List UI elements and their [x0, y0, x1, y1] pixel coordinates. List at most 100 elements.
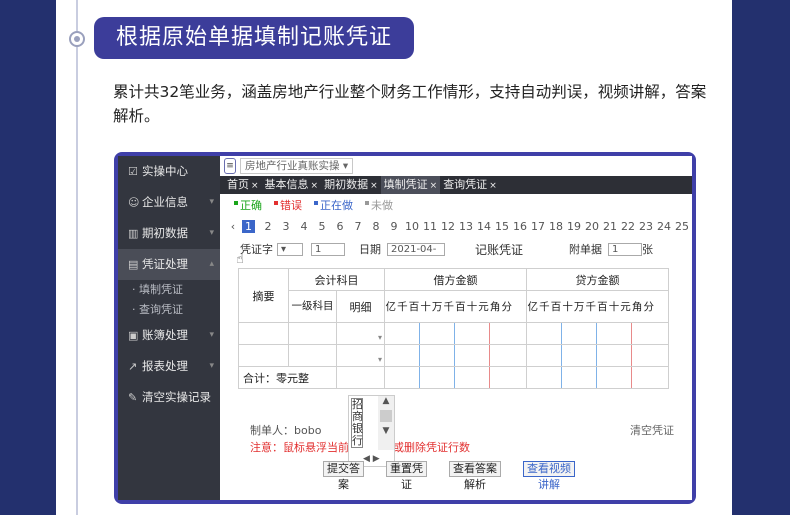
sidebar-toggle-button[interactable]: ≡: [224, 158, 236, 174]
chevron-down-icon: ▾: [377, 355, 382, 364]
sidebar-subitem-fill-voucher[interactable]: · 填制凭证: [118, 280, 220, 300]
close-icon[interactable]: ×: [251, 181, 259, 191]
page-19[interactable]: 19: [565, 220, 583, 233]
chevron-down-icon: ▾: [209, 228, 214, 238]
page-8[interactable]: 8: [367, 220, 385, 233]
sidebar-item-company-info[interactable]: ☺ 企业信息 ▾: [118, 187, 220, 218]
voucher-date-input[interactable]: 2021-04-: [387, 242, 445, 256]
close-icon[interactable]: ×: [489, 181, 497, 191]
pager-prev-icon[interactable]: ‹: [224, 220, 242, 233]
sidebar-item-practice-center[interactable]: ☑ 实操中心: [118, 156, 220, 187]
tab-query-voucher[interactable]: 查询凭证 ×: [440, 176, 500, 194]
sidebar-item-clear-records[interactable]: ✎ 清空实操记录: [118, 382, 220, 413]
digit-place-label: 元: [478, 301, 489, 313]
col-account: 会计科目: [288, 268, 385, 291]
action-buttons: 提交答案 重置凭证 查看答案 解析 查看视频 讲解: [323, 461, 575, 492]
page-17[interactable]: 17: [529, 220, 547, 233]
tab-opening-data[interactable]: 期初数据 ×: [321, 176, 381, 194]
legend-in-progress: 正在做: [314, 197, 353, 213]
page-18[interactable]: 18: [547, 220, 565, 233]
debit-cell[interactable]: [384, 344, 527, 367]
credit-cell[interactable]: [526, 322, 669, 345]
page-21[interactable]: 21: [601, 220, 619, 233]
page-22[interactable]: 22: [619, 220, 637, 233]
checkbox-icon: ☑: [128, 165, 138, 178]
page-3[interactable]: 3: [277, 220, 295, 233]
credit-digit-header: 亿千百十万千百十元角分: [526, 290, 669, 323]
scroll-up-icon[interactable]: ▲: [378, 396, 394, 406]
page-14[interactable]: 14: [475, 220, 493, 233]
page-2[interactable]: 2: [259, 220, 277, 233]
reset-voucher-button[interactable]: 重置凭证: [386, 461, 427, 492]
page-4[interactable]: 4: [295, 220, 313, 233]
page-1[interactable]: 1: [242, 219, 255, 233]
page-9[interactable]: 9: [385, 220, 403, 233]
level1-cell[interactable]: [288, 322, 337, 345]
status-legend: 正确 错误 正在做 未做: [220, 194, 692, 216]
digit-place-label: 万: [431, 301, 443, 313]
sidebar-item-voucher-processing[interactable]: ▤ 凭证处理 ▴: [118, 249, 220, 280]
digit-place-label: 分: [501, 301, 512, 313]
page-6[interactable]: 6: [331, 220, 349, 233]
submit-answer-button[interactable]: 提交答案: [323, 461, 364, 492]
page-24[interactable]: 24: [655, 220, 673, 233]
summary-cell[interactable]: [238, 344, 289, 367]
digit-place-label: 千: [539, 301, 550, 313]
digit-place-label: 千: [397, 301, 408, 313]
page-25[interactable]: 25: [673, 220, 691, 233]
col-debit: 借方金额: [384, 268, 527, 291]
page-7[interactable]: 7: [349, 220, 367, 233]
industry-select[interactable]: 房地产行业真账实操 ▾: [240, 158, 354, 174]
chevron-down-icon: ▾: [209, 197, 214, 207]
debit-digit-header: 亿千百十万千百十元角分: [384, 290, 527, 323]
page-10[interactable]: 10: [403, 220, 421, 233]
account-dropdown-popup[interactable]: 招商银行 ▲ ▼ ◀ ▶: [348, 395, 395, 467]
view-video-button[interactable]: 查看视频 讲解: [523, 461, 575, 492]
sidebar-item-reports[interactable]: ↗ 报表处理 ▾: [118, 351, 220, 382]
tab-home[interactable]: 首页 ×: [224, 176, 262, 194]
tab-bar: 首页 × 基本信息 × 期初数据 × 填制凭证 × 查询凭证 ×: [220, 176, 692, 194]
page-5[interactable]: 5: [313, 220, 331, 233]
scroll-down-icon[interactable]: ▼: [378, 426, 394, 436]
page-20[interactable]: 20: [583, 220, 601, 233]
detail-cell[interactable]: ▾: [336, 344, 385, 367]
voucher-type-select[interactable]: ▾: [277, 242, 303, 256]
chevron-up-icon: ▴: [209, 259, 214, 269]
timeline-line: [76, 0, 78, 515]
summary-cell[interactable]: [238, 322, 289, 345]
question-pager: ‹ 1 2 3 4 5 6 7 8 9 10 11 12 13 14 15 16…: [220, 216, 692, 236]
sidebar-item-ledger[interactable]: ▣ 账簿处理 ▾: [118, 320, 220, 351]
line-chart-icon: ↗: [128, 360, 138, 373]
view-answer-button[interactable]: 查看答案 解析: [449, 461, 501, 492]
tab-basic-info[interactable]: 基本信息 ×: [262, 176, 322, 194]
page-15[interactable]: 15: [493, 220, 511, 233]
bar-chart-icon: ▥: [128, 227, 139, 240]
digit-place-label: 百: [597, 301, 608, 313]
total-detail-cell: [336, 366, 385, 389]
tab-fill-voucher[interactable]: 填制凭证 ×: [380, 176, 441, 194]
dropdown-scrollbar[interactable]: ▲ ▼: [378, 396, 394, 450]
page-12[interactable]: 12: [439, 220, 457, 233]
close-icon[interactable]: ×: [311, 181, 319, 191]
sidebar-subitem-query-voucher[interactable]: · 查询凭证: [118, 300, 220, 320]
chevron-down-icon: ▾: [209, 330, 214, 340]
detail-cell[interactable]: ▾: [336, 322, 385, 345]
sidebar-item-opening-data[interactable]: ▥ 期初数据 ▾: [118, 218, 220, 249]
digit-place-label: 十: [562, 301, 573, 313]
voucher-number-input[interactable]: 1: [311, 242, 345, 256]
credit-cell[interactable]: [526, 344, 669, 367]
attachment-count-input[interactable]: 1: [608, 242, 643, 256]
page-23[interactable]: 23: [637, 220, 655, 233]
dropdown-option-bank[interactable]: 招商银行: [351, 398, 363, 448]
page-16[interactable]: 16: [511, 220, 529, 233]
clear-voucher-link[interactable]: 清空凭证: [630, 422, 674, 438]
debit-cell[interactable]: [384, 322, 527, 345]
level1-cell[interactable]: [288, 344, 337, 367]
close-icon[interactable]: ×: [370, 181, 378, 191]
page-13[interactable]: 13: [457, 220, 475, 233]
total-credit-cell: [526, 366, 669, 389]
digit-place-label: 十: [608, 301, 620, 313]
section-heading: 根据原始单据填制记账凭证: [94, 17, 415, 59]
close-icon[interactable]: ×: [430, 181, 438, 191]
page-11[interactable]: 11: [421, 220, 439, 233]
